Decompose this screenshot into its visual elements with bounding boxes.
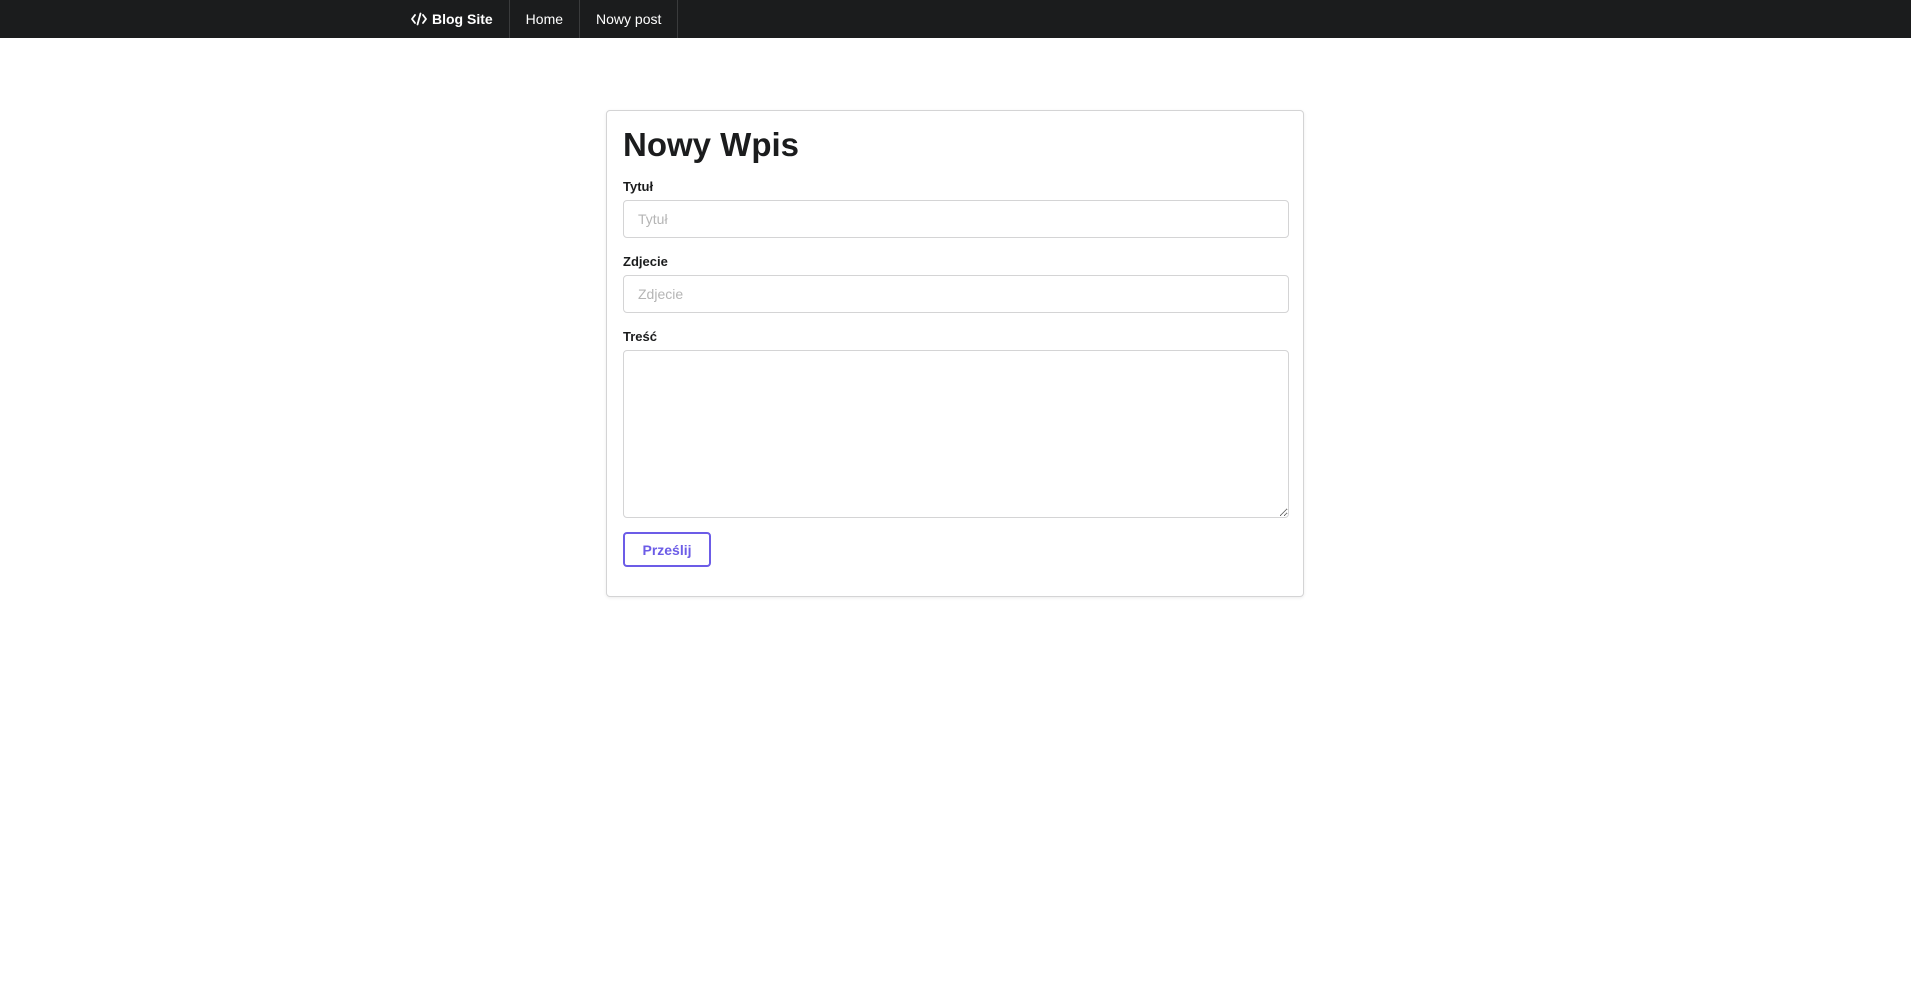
nav-brand-label: Blog Site <box>432 11 493 27</box>
content-textarea[interactable] <box>623 350 1289 518</box>
nav-brand-link[interactable]: Blog Site <box>395 0 510 38</box>
nav-item-home[interactable]: Home <box>510 0 581 38</box>
title-field-label: Tytuł <box>623 179 654 194</box>
image-field-label: Zdjecie <box>623 254 668 269</box>
code-icon <box>411 12 427 26</box>
image-input[interactable] <box>623 275 1289 313</box>
page-title: Nowy Wpis <box>623 126 800 163</box>
content-field-label: Treść <box>623 329 657 344</box>
nav-menu: Blog Site Home Nowy post <box>395 0 679 38</box>
title-input[interactable] <box>623 200 1289 238</box>
new-post-form-card: Nowy Wpis Tytuł Zdjecie Treść Prześlij <box>606 110 1304 597</box>
nav-item-new-post[interactable]: Nowy post <box>580 0 679 38</box>
submit-button[interactable]: Prześlij <box>623 532 711 567</box>
top-navbar: Blog Site Home Nowy post <box>0 0 1911 38</box>
